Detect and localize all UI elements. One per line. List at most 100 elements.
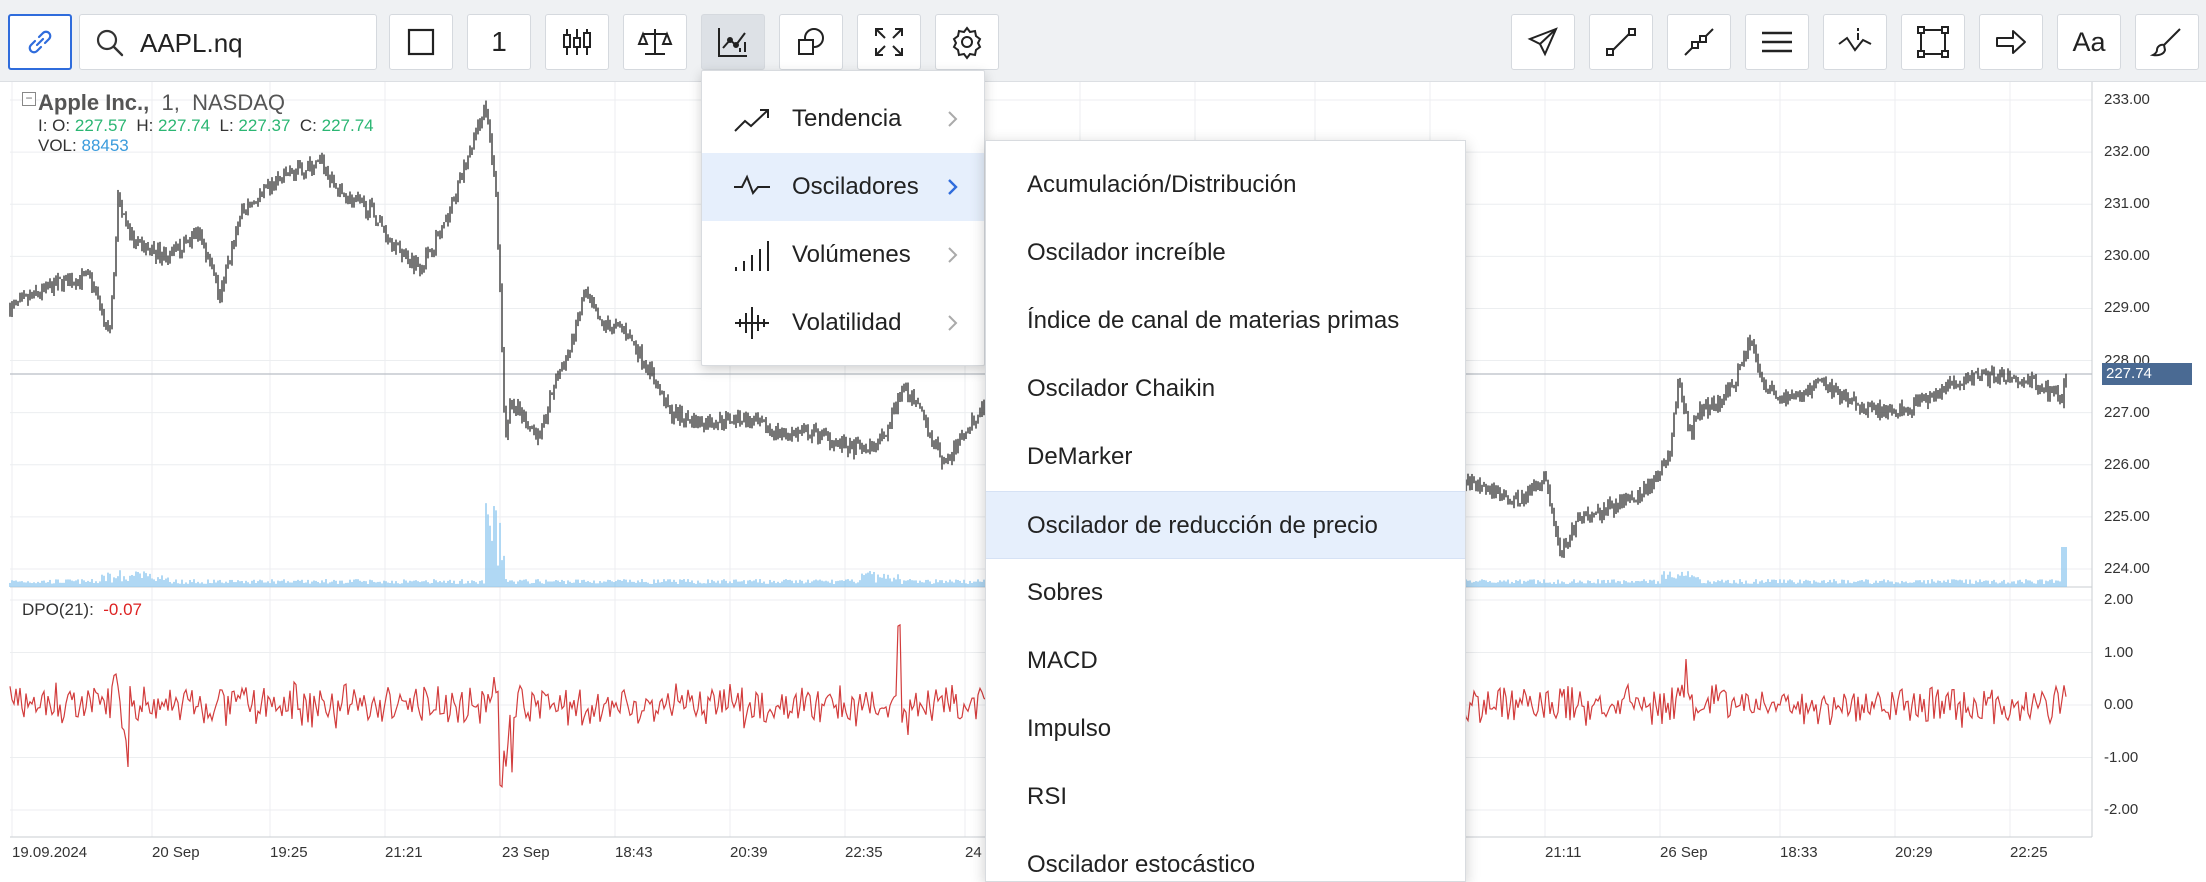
trendline-tool-button[interactable] — [1589, 14, 1653, 70]
submenu-item[interactable]: DeMarker — [986, 423, 1465, 491]
submenu-item[interactable]: Sobres — [986, 559, 1465, 627]
submenu-item[interactable]: Oscilador increíble — [986, 219, 1465, 287]
gear-icon — [952, 26, 982, 60]
interval-button[interactable]: 1 — [467, 14, 531, 70]
submenu-item[interactable]: Índice de canal de materias primas — [986, 287, 1465, 355]
submenu-item[interactable]: Oscilador estocástico — [986, 831, 1465, 882]
expand-icon — [875, 28, 903, 56]
time-axis-label: 21:21 — [385, 844, 423, 861]
current-price-tag: 227.74 — [2102, 363, 2192, 385]
menu-item-volatilidad[interactable]: Volatilidad — [702, 289, 984, 357]
submenu-item-highlighted[interactable]: Oscilador de reducción de precio — [986, 491, 1465, 559]
oscillator-icon — [734, 174, 770, 195]
submenu-item[interactable]: Impulso — [986, 695, 1465, 763]
exchange-name: NASDAQ — [192, 90, 285, 115]
indicator-axis-label: 0.00 — [2104, 696, 2134, 713]
submenu-item-label: DeMarker — [1027, 443, 1133, 470]
volume-label: VOL: — [38, 136, 77, 155]
open-label: I: O: — [38, 116, 71, 135]
submenu-item[interactable]: Acumulación/Distribución — [986, 151, 1465, 219]
shapes-button[interactable] — [779, 14, 843, 70]
submenu-item-label: Oscilador increíble — [1027, 239, 1226, 266]
time-axis-label: 24 — [965, 844, 982, 861]
instrument-name: Apple Inc., — [38, 90, 150, 115]
submenu-item-label: Impulso — [1027, 715, 1112, 742]
trend-icon — [734, 109, 769, 132]
polyline-tool-button[interactable] — [1667, 14, 1731, 70]
collapse-legend-toggle[interactable]: − — [22, 92, 36, 106]
price-axis-label: 230.00 — [2104, 247, 2150, 265]
indicator-axis-label: 1.00 — [2104, 643, 2134, 661]
symbol-value: AAPL.nq — [140, 28, 243, 58]
indicators-button[interactable] — [701, 14, 765, 70]
oscillators-submenu: Acumulación/Distribución Oscilador incre… — [985, 140, 1466, 882]
submenu-item-label: Oscilador Chaikin — [1027, 375, 1216, 402]
menu-item-tendencia[interactable]: Tendencia — [702, 85, 984, 153]
high-label: H: — [136, 116, 154, 135]
chevron-right-icon — [948, 315, 958, 331]
line-tool-icon — [1606, 28, 1636, 56]
square-icon — [407, 28, 435, 56]
rectangle-tool-button[interactable] — [1901, 14, 1965, 70]
horizontal-lines-tool-button[interactable] — [1745, 14, 1809, 70]
ohlc-legend: I: O: 227.57 H: 227.74 L: 227.37 C: 227.… — [38, 116, 374, 136]
compare-button[interactable] — [623, 14, 687, 70]
low-label: L: — [219, 116, 234, 135]
indicator-axis-label: 2.00 — [2104, 591, 2134, 608]
indicator-category-menu: Tendencia Osciladores Volúmenes Volatili… — [701, 70, 985, 366]
time-axis-label: 19:25 — [270, 844, 308, 861]
link-button[interactable] — [8, 14, 72, 70]
time-axis-label: 20:29 — [1895, 844, 1933, 861]
info-line-icon — [1838, 28, 1872, 52]
volume-legend: VOL: 88453 — [38, 136, 129, 156]
menu-item-volumenes[interactable]: Volúmenes — [702, 221, 984, 289]
volume-icon — [735, 241, 769, 271]
menu-item-osciladores[interactable]: Osciladores — [702, 153, 984, 221]
dpo-value: -0.07 — [103, 600, 142, 619]
submenu-item-label: RSI — [1027, 783, 1068, 810]
text-tool-label: Aa — [2072, 26, 2106, 57]
fullscreen-button[interactable] — [857, 14, 921, 70]
chevron-right-icon — [948, 179, 958, 195]
submenu-item[interactable]: MACD — [986, 627, 1465, 695]
arrow-right-icon — [1996, 30, 2026, 54]
menu-item-label: Volatilidad — [792, 309, 902, 336]
chevron-right-icon — [948, 247, 958, 263]
brush-tool-button[interactable] — [2135, 14, 2199, 70]
dpo-label: DPO(21): — [22, 600, 94, 619]
candles-button[interactable] — [545, 14, 609, 70]
time-axis-label: 21:11 — [1545, 844, 1582, 861]
indicator-axis-label: -1.00 — [2104, 748, 2139, 766]
horizontal-lines-icon — [1762, 31, 1792, 53]
settings-button[interactable] — [935, 14, 999, 70]
brush-icon — [2149, 28, 2181, 57]
price-axis-label: 231.00 — [2104, 195, 2150, 213]
price-axis-label: 227.00 — [2104, 403, 2150, 421]
submenu-item[interactable]: Oscilador Chaikin — [986, 355, 1465, 423]
time-axis-label: 19.09.2024 — [12, 844, 88, 861]
close-value: 227.74 — [321, 116, 374, 135]
interval-value: 1 — [491, 26, 507, 57]
time-axis-label: 22:25 — [2010, 844, 2048, 861]
arrow-tool-button[interactable] — [1979, 14, 2043, 70]
text-tool-button[interactable]: Aa — [2057, 14, 2121, 70]
close-label: C: — [299, 116, 317, 135]
send-tool-button[interactable] — [1511, 14, 1575, 70]
submenu-item[interactable]: RSI — [986, 763, 1465, 831]
high-value: 227.74 — [158, 116, 211, 135]
dpo-legend: DPO(21): -0.07 — [22, 600, 142, 620]
submenu-item-label: Acumulación/Distribución — [1027, 171, 1297, 198]
price-axis-label: 226.00 — [2104, 455, 2150, 473]
chart-type-square-button[interactable] — [389, 14, 453, 70]
polyline-tool-icon — [1684, 28, 1714, 56]
submenu-item-label: Oscilador estocástico — [1027, 851, 1256, 878]
submenu-item-label: Sobres — [1027, 579, 1104, 606]
toolbar: AAPL.nq 1 Aa — [0, 0, 2206, 82]
price-axis-label: 229.00 — [2104, 299, 2150, 317]
shapes-icon — [798, 28, 824, 55]
info-line-tool-button[interactable] — [1823, 14, 1887, 70]
menu-item-label: Volúmenes — [792, 241, 911, 268]
chevron-right-icon — [948, 111, 958, 127]
symbol-search-input[interactable]: AAPL.nq — [79, 14, 377, 70]
volatility-icon — [735, 307, 769, 339]
